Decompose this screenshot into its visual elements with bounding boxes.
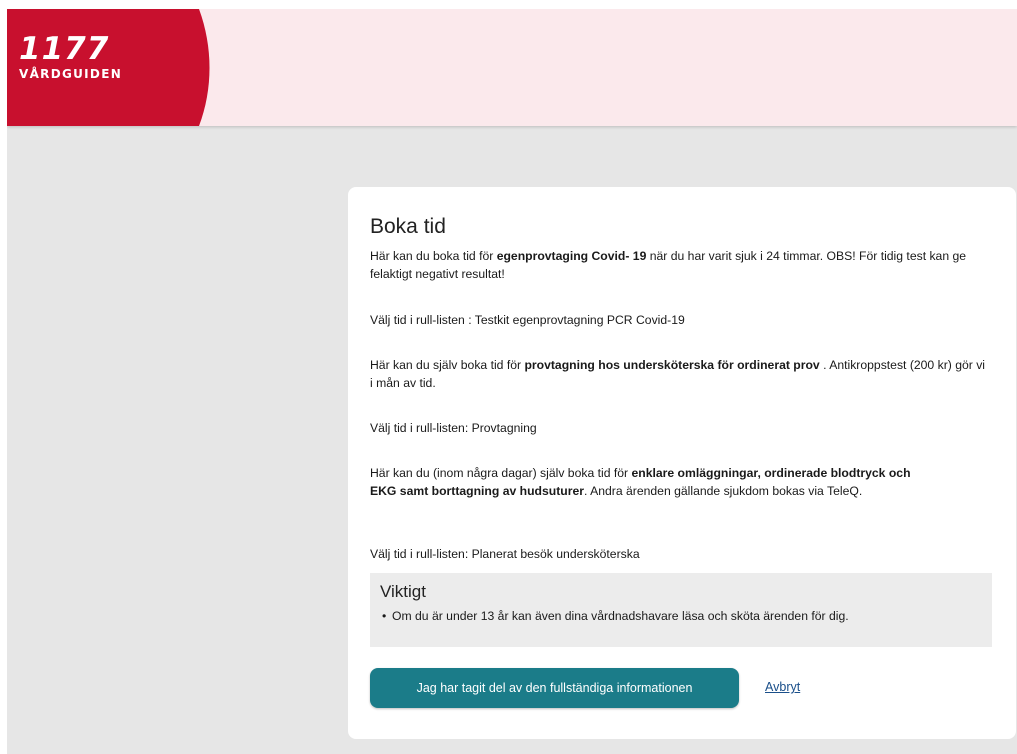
- dialog-title: Boka tid: [370, 215, 446, 238]
- confirm-read-button[interactable]: Jag har tagit del av den fullständiga in…: [370, 668, 739, 708]
- text-span: Här kan du själv boka tid för: [370, 358, 525, 372]
- cancel-link[interactable]: Avbryt: [765, 680, 800, 694]
- logo-subtitle: VÅRDGUIDEN: [19, 67, 123, 81]
- text-span: . Andra ärenden gällande sjukdom bokas v…: [583, 484, 863, 498]
- booking-dialog: Boka tid Här kan du boka tid för egenpro…: [348, 187, 1016, 739]
- site-header: 1177 VÅRDGUIDEN: [7, 9, 1017, 126]
- important-list: Om du är under 13 år kan även dina vårdn…: [380, 609, 849, 623]
- page-background: 1177 VÅRDGUIDEN Boka tid Här kan du boka…: [7, 9, 1017, 754]
- site-logo[interactable]: 1177 VÅRDGUIDEN: [19, 33, 122, 81]
- important-title: Viktigt: [380, 582, 426, 601]
- logo-number: 1177: [19, 31, 110, 67]
- instruction-sampling: Välj tid i rull-listen: Provtagning: [370, 421, 537, 435]
- info-paragraph-nurse: Här kan du (inom några dagar) själv boka…: [370, 464, 940, 500]
- info-paragraph-covid: Här kan du boka tid för egenprovtaging C…: [370, 247, 990, 283]
- important-item: Om du är under 13 år kan även dina vårdn…: [380, 609, 849, 623]
- bold-text: provtagning hos undersköterska för ordin…: [524, 358, 820, 372]
- text-span: Här kan du boka tid för: [370, 249, 497, 263]
- instruction-nurse-visit: Välj tid i rull-listen: Planerat besök u…: [370, 547, 640, 561]
- bold-text: egenprovtaging Covid- 19: [496, 249, 647, 263]
- instruction-testkit: Välj tid i rull-listen : Testkit egenpro…: [370, 313, 685, 327]
- info-paragraph-sampling: Här kan du själv boka tid för provtagnin…: [370, 356, 990, 392]
- important-notice: Viktigt Om du är under 13 år kan även di…: [370, 573, 992, 647]
- text-span: Här kan du (inom några dagar) själv boka…: [370, 466, 632, 480]
